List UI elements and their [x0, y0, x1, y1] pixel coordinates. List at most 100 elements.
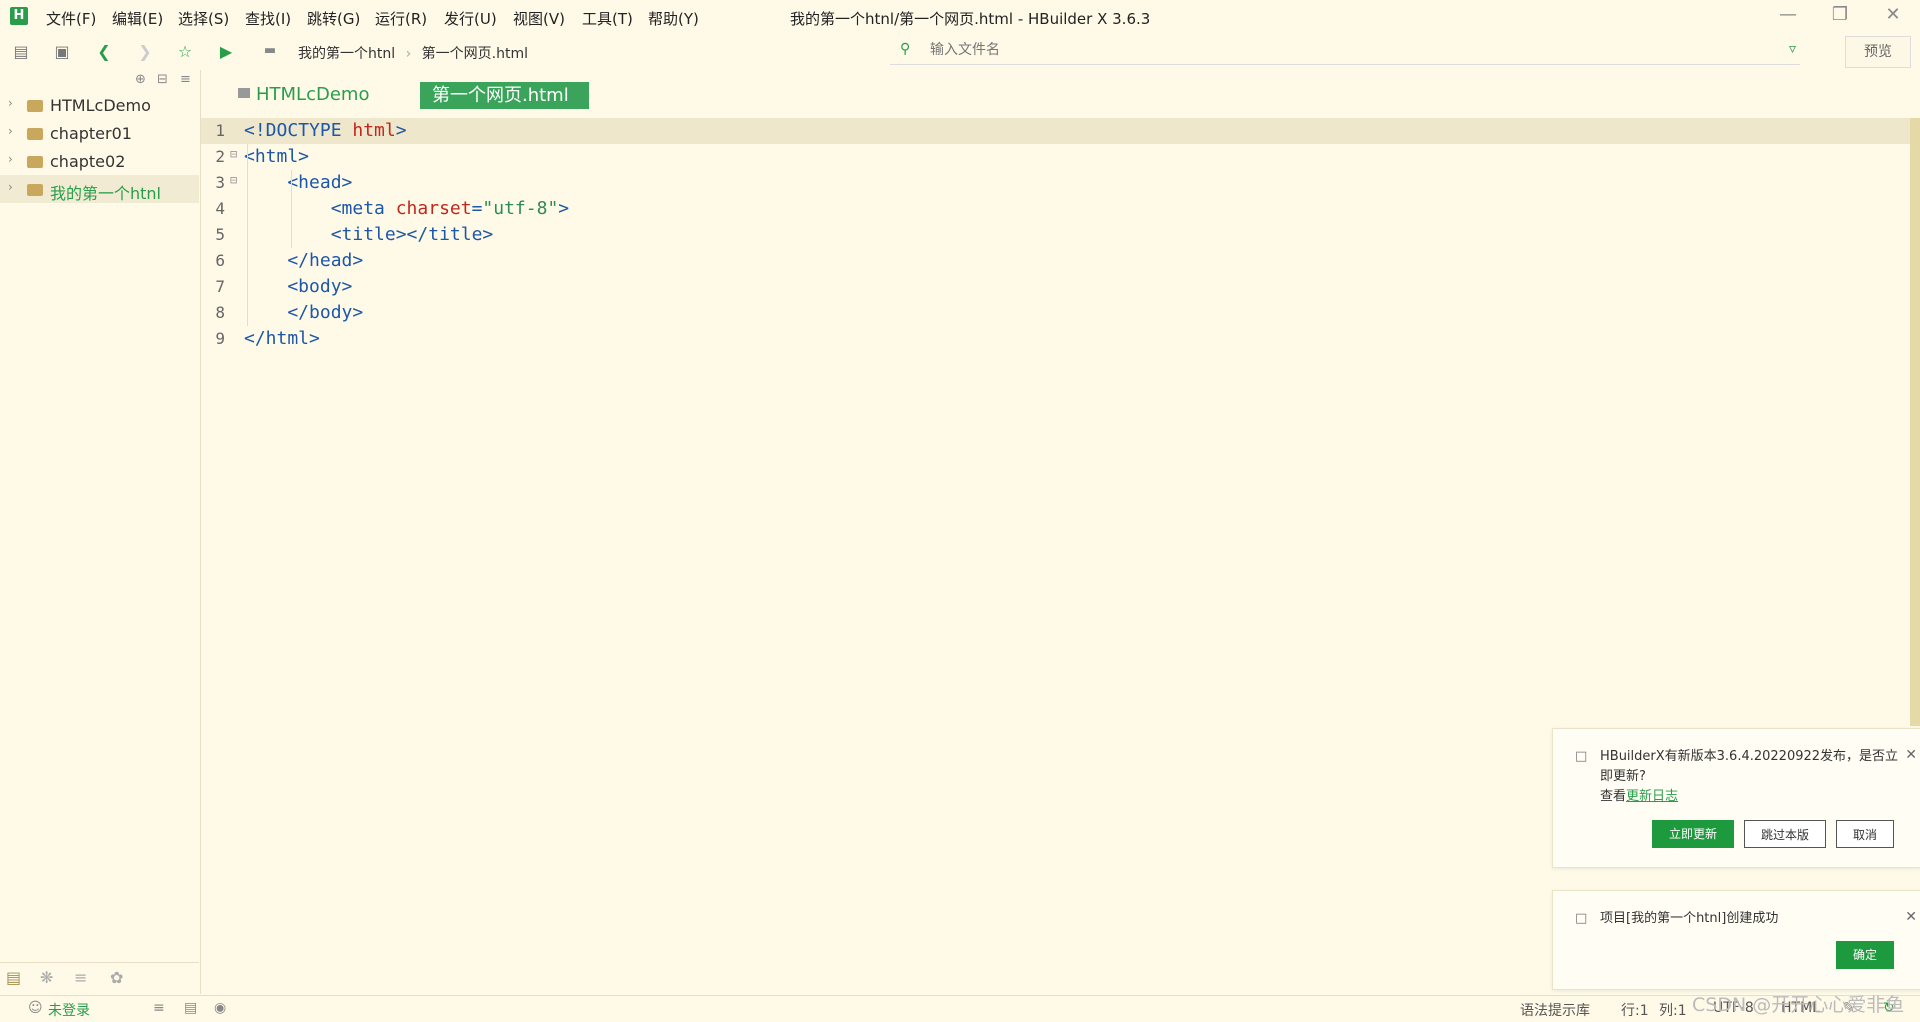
tab-file-active[interactable]: 第一个网页.html — [420, 82, 589, 109]
editor-scrollbar[interactable] — [1910, 118, 1920, 726]
menu-help[interactable]: 帮助(Y) — [648, 8, 699, 29]
menu-file[interactable]: 文件(F) — [46, 8, 96, 29]
fold-icon[interactable]: ⊟ — [230, 173, 237, 187]
update-log-link[interactable]: 更新日志 — [1626, 789, 1678, 804]
menu-edit[interactable]: 编辑(E) — [112, 8, 163, 29]
minimize-icon[interactable]: — — [1773, 4, 1803, 25]
code-line[interactable]: 1 <!DOCTYPE html> — [201, 118, 1911, 144]
sidebar-item-chapter01[interactable]: › chapter01 — [0, 119, 199, 147]
code-token: > — [395, 120, 407, 141]
preview-button[interactable]: 预览 — [1845, 36, 1911, 68]
sidebar-item-htmlcdemo[interactable]: › HTMLcDemo — [0, 91, 199, 119]
code-token: </html> — [244, 328, 320, 349]
login-status[interactable]: 未登录 — [48, 1000, 90, 1020]
breadcrumb-file[interactable]: 第一个网页.html — [422, 46, 528, 62]
menubar: H 文件(F) 编辑(E) 选择(S) 查找(I) 跳转(G) 运行(R) 发行… — [0, 0, 1920, 33]
update-notification-text: HBuilderX有新版本3.6.4.20220922发布，是否立即更新? 查看… — [1600, 747, 1905, 807]
code-line[interactable]: 3 ⊟ <head> — [201, 170, 1911, 196]
chevron-right-icon: › — [8, 180, 13, 194]
code-text: </body> — [244, 302, 363, 323]
debug-icon[interactable]: ❋ — [40, 968, 53, 987]
menu-run[interactable]: 运行(R) — [375, 8, 427, 29]
folder-icon — [27, 100, 43, 112]
new-file-icon[interactable]: ▤ — [11, 42, 31, 61]
update-now-button[interactable]: 立即更新 — [1652, 820, 1734, 848]
menu-find[interactable]: 查找(I) — [245, 8, 291, 29]
line-number: 1 — [215, 121, 225, 140]
filter-icon[interactable]: ▿ — [1789, 41, 1796, 57]
sidebar-bottom-bar — [0, 962, 199, 995]
code-line[interactable]: 9 </html> — [201, 326, 1911, 352]
plugin-status-icon[interactable]: ◉ — [214, 1000, 226, 1016]
sidebar-item-label: chapte02 — [50, 152, 126, 171]
sidebar-item-my-first-htnl[interactable]: › 我的第一个htnl — [0, 175, 199, 203]
code-token: <meta — [244, 198, 396, 219]
line-number: 2 — [215, 147, 225, 166]
back-icon[interactable]: ❮ — [94, 42, 114, 61]
file-search-input[interactable] — [928, 41, 1732, 59]
code-text: <head> — [244, 172, 352, 193]
sidebar-item-label: HTMLcDemo — [50, 96, 151, 115]
line-number: 4 — [215, 199, 225, 218]
code-text: <meta charset="utf-8"> — [244, 198, 569, 219]
created-notification-text: 项目[我的第一个htnl]创建成功 — [1600, 911, 1779, 926]
list-icon[interactable]: ≡ — [153, 1000, 165, 1016]
update-message: HBuilderX有新版本3.6.4.20220922发布，是否立即更新? — [1600, 749, 1899, 784]
line-number: 8 — [215, 303, 225, 322]
code-line[interactable]: 5 <title></title> — [201, 222, 1911, 248]
menu-goto[interactable]: 跳转(G) — [307, 8, 360, 29]
locate-icon[interactable]: ⊕ — [135, 72, 146, 87]
message-icon: □ — [1575, 749, 1588, 764]
run-icon[interactable]: ▶ — [216, 42, 236, 61]
code-line[interactable]: 8 </body> — [201, 300, 1911, 326]
code-editor[interactable]: 1 <!DOCTYPE html> 2 ⊟ <html> 3 ⊟ <head> 4 <meta… — [201, 118, 1911, 358]
project-manager-icon[interactable]: ▤ — [6, 968, 21, 987]
code-line[interactable]: 7 <body> — [201, 274, 1911, 300]
confirm-button[interactable]: 确定 — [1836, 941, 1894, 969]
code-line[interactable]: 2 ⊟ <html> — [201, 144, 1911, 170]
code-text: <body> — [244, 276, 352, 297]
breadcrumb-project[interactable]: 我的第一个htnl — [298, 46, 395, 62]
code-token: charset — [395, 198, 472, 219]
folder-icon — [238, 88, 250, 98]
sidebar-item-chapte02[interactable]: › chapte02 — [0, 147, 199, 175]
line-number: 7 — [215, 277, 225, 296]
search-results-icon[interactable]: ≡ — [74, 968, 87, 987]
sidebar-item-label: chapter01 — [50, 124, 132, 143]
code-token: <body> — [244, 276, 353, 297]
close-icon[interactable]: ✕ — [1905, 747, 1917, 763]
save-icon[interactable]: ▣ — [52, 42, 72, 61]
cancel-button[interactable]: 取消 — [1836, 820, 1894, 848]
tab-project-label: HTMLcDemo — [256, 84, 370, 105]
menu-publish[interactable]: 发行(U) — [444, 8, 497, 29]
close-icon[interactable]: ✕ — [1878, 4, 1908, 25]
restore-icon[interactable]: ❐ — [1825, 4, 1855, 25]
code-token: <head> — [244, 172, 353, 193]
tab-project[interactable]: HTMLcDemo — [238, 84, 369, 105]
skip-version-button[interactable]: 跳过本版 — [1744, 820, 1826, 848]
terminal-icon[interactable]: ▤ — [184, 1000, 197, 1016]
indent-guide — [247, 144, 248, 326]
code-text: <html> — [244, 146, 309, 167]
plugin-icon[interactable]: ✿ — [110, 968, 123, 987]
indent-guide — [291, 170, 292, 248]
code-line[interactable]: 4 <meta charset="utf-8"> — [201, 196, 1911, 222]
line-number: 3 — [215, 173, 225, 192]
fold-icon[interactable]: ⊟ — [230, 147, 237, 161]
favorite-icon[interactable]: ☆ — [175, 42, 195, 61]
collapse-all-icon[interactable]: ⊟ — [157, 72, 168, 87]
menu-view[interactable]: 视图(V) — [513, 8, 565, 29]
created-notification: □ 项目[我的第一个htnl]创建成功 ✕ 确定 — [1552, 890, 1920, 990]
menu-select[interactable]: 选择(S) — [178, 8, 229, 29]
breadcrumb: 我的第一个htnl › 第一个网页.html — [298, 43, 528, 63]
sidebar-menu-icon[interactable]: ≡ — [180, 72, 191, 87]
close-icon[interactable]: ✕ — [1905, 909, 1917, 925]
user-icon: ☺ — [28, 1000, 43, 1016]
syntax-library[interactable]: 语法提示库 — [1520, 1000, 1590, 1020]
code-token: </body> — [244, 302, 364, 323]
app-logo-icon: H — [10, 7, 28, 25]
code-token: > — [558, 198, 570, 219]
code-line[interactable]: 6 </head> — [201, 248, 1911, 274]
forward-icon[interactable]: ❯ — [135, 42, 155, 61]
menu-tools[interactable]: 工具(T) — [582, 8, 633, 29]
